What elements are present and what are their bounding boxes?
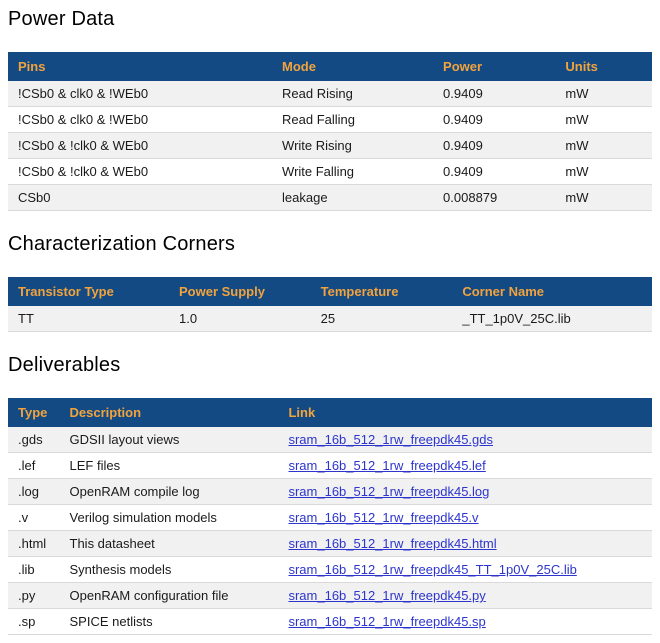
column-header: Mode [272, 52, 433, 81]
table-cell: sram_16b_512_1rw_freepdk45.log [278, 479, 652, 505]
table-row: .htmlThis datasheet sram_16b_512_1rw_free… [8, 531, 652, 557]
table-cell: Synthesis models [60, 557, 279, 583]
deliverable-link[interactable]: sram_16b_512_1rw_freepdk45.gds [288, 432, 493, 447]
power-data-table: PinsModePowerUnits!CSb0 & clk0 & !WEb0Re… [8, 52, 652, 211]
table-cell: 1.0 [169, 306, 311, 332]
table-cell: sram_16b_512_1rw_freepdk45.lef [278, 453, 652, 479]
table-cell: Read Rising [272, 81, 433, 107]
table-cell: !CSb0 & !clk0 & WEb0 [8, 133, 272, 159]
column-header: Link [278, 398, 652, 427]
section-power-data: Power Data PinsModePowerUnits!CSb0 & clk… [8, 8, 652, 211]
table-row: !CSb0 & clk0 & !WEb0Read Rising0.9409mW [8, 81, 652, 107]
table-cell: Verilog simulation models [60, 505, 279, 531]
table-cell: 0.9409 [433, 81, 555, 107]
table-cell: sram_16b_512_1rw_freepdk45_TT_1p0V_25C.l… [278, 557, 652, 583]
section-deliverables: Deliverables TypeDescriptionLink.gdsGDSI… [8, 354, 652, 635]
column-header: Units [555, 52, 652, 81]
table-cell: This datasheet [60, 531, 279, 557]
table-cell: Read Falling [272, 107, 433, 133]
table-row: TT1.025_TT_1p0V_25C.lib [8, 306, 652, 332]
table-cell: mW [555, 185, 652, 211]
deliverables-title: Deliverables [8, 354, 652, 377]
table-cell: .py [8, 583, 60, 609]
deliverable-link[interactable]: sram_16b_512_1rw_freepdk45_TT_1p0V_25C.l… [288, 562, 576, 577]
characterization-corners-table: Transistor TypePower SupplyTemperatureCo… [8, 277, 652, 332]
table-cell: mW [555, 107, 652, 133]
table-header-row: Transistor TypePower SupplyTemperatureCo… [8, 277, 652, 306]
table-cell: mW [555, 81, 652, 107]
table-cell: GDSII layout views [60, 427, 279, 453]
table-cell: sram_16b_512_1rw_freepdk45.v [278, 505, 652, 531]
table-header-row: TypeDescriptionLink [8, 398, 652, 427]
characterization-corners-title: Characterization Corners [8, 233, 652, 256]
table-cell: _TT_1p0V_25C.lib [452, 306, 652, 332]
column-header: Transistor Type [8, 277, 169, 306]
table-cell: 25 [311, 306, 453, 332]
table-cell: sram_16b_512_1rw_freepdk45.gds [278, 427, 652, 453]
deliverables-table: TypeDescriptionLink.gdsGDSII layout view… [8, 398, 652, 635]
table-cell: 0.008879 [433, 185, 555, 211]
column-header: Power Supply [169, 277, 311, 306]
table-cell: .html [8, 531, 60, 557]
column-header: Type [8, 398, 60, 427]
table-row: .pyOpenRAM configuration file sram_16b_51… [8, 583, 652, 609]
table-cell: !CSb0 & !clk0 & WEb0 [8, 159, 272, 185]
deliverable-link[interactable]: sram_16b_512_1rw_freepdk45.log [288, 484, 489, 499]
deliverable-link[interactable]: sram_16b_512_1rw_freepdk45.sp [288, 614, 485, 629]
table-cell: Write Falling [272, 159, 433, 185]
table-cell: 0.9409 [433, 133, 555, 159]
table-cell: sram_16b_512_1rw_freepdk45.html [278, 531, 652, 557]
table-cell: leakage [272, 185, 433, 211]
section-characterization-corners: Characterization Corners Transistor Type… [8, 233, 652, 332]
power-data-title: Power Data [8, 8, 652, 31]
table-cell: .lib [8, 557, 60, 583]
table-cell: Write Rising [272, 133, 433, 159]
column-header: Corner Name [452, 277, 652, 306]
table-cell: !CSb0 & clk0 & !WEb0 [8, 81, 272, 107]
table-row: !CSb0 & !clk0 & WEb0Write Rising0.9409mW [8, 133, 652, 159]
table-row: CSb0leakage0.008879mW [8, 185, 652, 211]
table-header-row: PinsModePowerUnits [8, 52, 652, 81]
table-row: .lefLEF files sram_16b_512_1rw_freepdk45.… [8, 453, 652, 479]
table-cell: mW [555, 133, 652, 159]
table-cell: 0.9409 [433, 159, 555, 185]
table-cell: TT [8, 306, 169, 332]
table-cell: CSb0 [8, 185, 272, 211]
table-cell: .lef [8, 453, 60, 479]
deliverable-link[interactable]: sram_16b_512_1rw_freepdk45.lef [288, 458, 485, 473]
column-header: Description [60, 398, 279, 427]
table-cell: 0.9409 [433, 107, 555, 133]
table-cell: .v [8, 505, 60, 531]
table-row: !CSb0 & clk0 & !WEb0Read Falling0.9409mW [8, 107, 652, 133]
table-row: .libSynthesis models sram_16b_512_1rw_fre… [8, 557, 652, 583]
table-cell: mW [555, 159, 652, 185]
table-cell: !CSb0 & clk0 & !WEb0 [8, 107, 272, 133]
deliverable-link[interactable]: sram_16b_512_1rw_freepdk45.html [288, 536, 496, 551]
table-row: !CSb0 & !clk0 & WEb0Write Falling0.9409m… [8, 159, 652, 185]
table-cell: OpenRAM compile log [60, 479, 279, 505]
deliverable-link[interactable]: sram_16b_512_1rw_freepdk45.py [288, 588, 485, 603]
column-header: Power [433, 52, 555, 81]
datasheet-page: Power Data PinsModePowerUnits!CSb0 & clk… [8, 8, 652, 635]
deliverable-link[interactable]: sram_16b_512_1rw_freepdk45.v [288, 510, 478, 525]
table-cell: OpenRAM configuration file [60, 583, 279, 609]
table-row: .gdsGDSII layout views sram_16b_512_1rw_f… [8, 427, 652, 453]
table-cell: sram_16b_512_1rw_freepdk45.py [278, 583, 652, 609]
table-cell: LEF files [60, 453, 279, 479]
table-cell: .log [8, 479, 60, 505]
column-header: Pins [8, 52, 272, 81]
table-row: .logOpenRAM compile log sram_16b_512_1rw_… [8, 479, 652, 505]
table-cell: .gds [8, 427, 60, 453]
column-header: Temperature [311, 277, 453, 306]
table-row: .vVerilog simulation models sram_16b_512_… [8, 505, 652, 531]
